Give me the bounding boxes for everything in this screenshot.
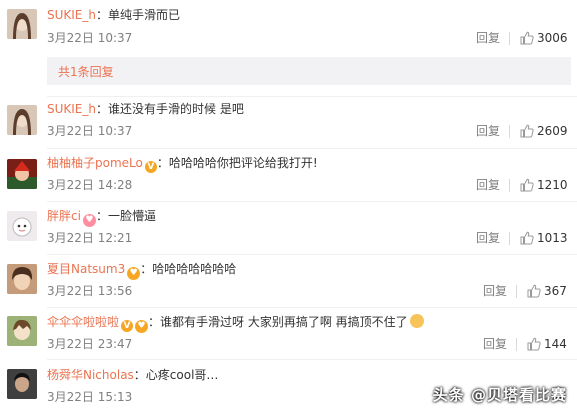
reply-button[interactable]: 回复 (483, 283, 507, 299)
timestamp: 3月22日 14:28 (47, 178, 133, 192)
separator (509, 32, 510, 45)
member-level-icon: ♥ (127, 267, 141, 280)
avatar[interactable] (7, 316, 37, 346)
separator (509, 179, 510, 192)
username-link[interactable]: SUKIE_h (47, 102, 96, 116)
reply-button[interactable]: 回复 (476, 30, 500, 46)
like-count: 144 (544, 337, 567, 351)
crying-emoji-icon (409, 314, 424, 328)
member-level-icon: ♥ (82, 214, 96, 227)
reply-button[interactable]: 回复 (476, 177, 500, 193)
separator (516, 338, 517, 351)
timestamp: 3月22日 10:37 (47, 31, 133, 45)
like-button[interactable]: 1210 (520, 177, 568, 193)
comment-text: ：一脸懵逼 (95, 209, 156, 223)
divider (47, 359, 577, 360)
member-level-icon: ♥ (135, 320, 149, 333)
more-replies-box: 共1条回复 (47, 57, 571, 85)
like-count: 1210 (537, 178, 568, 192)
thumbs-up-icon (520, 178, 534, 192)
thumbs-up-icon (520, 124, 534, 138)
avatar[interactable] (7, 264, 37, 294)
like-button[interactable]: 3006 (520, 30, 568, 46)
reply-button[interactable]: 回复 (483, 336, 507, 352)
comment-text: ：哈哈哈哈你把评论给我打开! (156, 156, 318, 170)
comment-text: ：谁还没有手滑的时候 是吧 (96, 102, 244, 116)
timestamp: 3月22日 23:47 (47, 337, 133, 351)
reply-button[interactable]: 回复 (476, 230, 500, 246)
username-link[interactable]: 伞伞伞啦啦啦 (47, 315, 119, 329)
separator (509, 125, 510, 138)
thumbs-up-icon (527, 337, 541, 351)
like-button[interactable]: 2609 (520, 123, 568, 139)
divider (47, 201, 577, 202)
separator (509, 232, 510, 245)
avatar[interactable] (7, 9, 37, 39)
username-link[interactable]: 柚柚柚子pomeLo (47, 156, 143, 170)
like-count: 367 (544, 284, 567, 298)
comment-text: ：单纯手滑而已 (96, 8, 181, 22)
reply-button[interactable]: 回复 (476, 123, 500, 139)
username-link[interactable]: SUKIE_h (47, 8, 96, 22)
like-button[interactable]: 367 (527, 283, 567, 299)
like-button[interactable]: 144 (527, 336, 567, 352)
comment-text: ：哈哈哈哈哈哈哈 (140, 262, 237, 276)
like-count: 3006 (537, 31, 568, 45)
divider (47, 96, 577, 97)
avatar[interactable] (7, 159, 37, 189)
avatar[interactable] (7, 369, 37, 399)
like-count: 1013 (537, 231, 568, 245)
separator (516, 285, 517, 298)
watermark: 头条 @贝塔看比赛 (432, 386, 567, 404)
avatar[interactable] (7, 105, 37, 135)
more-replies-link[interactable]: 共1条回复 (58, 63, 114, 80)
thumbs-up-icon (520, 31, 534, 45)
thumbs-up-icon (527, 284, 541, 298)
username-link[interactable]: 胖胖ci (47, 209, 81, 223)
like-button[interactable]: 1013 (520, 230, 568, 246)
username-link[interactable]: 杨舜华Nicholas (47, 368, 134, 382)
verified-badge-icon: V (144, 161, 157, 173)
username-link[interactable]: 夏目Natsum3 (47, 262, 125, 276)
divider (47, 148, 577, 149)
comment-text: ：心疼cool哥… (133, 368, 219, 382)
timestamp: 3月22日 12:21 (47, 231, 133, 245)
comment-text: ：谁都有手滑过呀 大家别再搞了啊 再搞顶不住了 (148, 315, 408, 329)
thumbs-up-icon (520, 231, 534, 245)
timestamp: 3月22日 10:37 (47, 124, 133, 138)
verified-badge-icon: V (121, 320, 134, 332)
divider (47, 307, 577, 308)
timestamp: 3月22日 15:13 (47, 390, 133, 404)
timestamp: 3月22日 13:56 (47, 284, 133, 298)
divider (47, 254, 577, 255)
avatar[interactable] (7, 211, 37, 241)
like-count: 2609 (537, 124, 568, 138)
